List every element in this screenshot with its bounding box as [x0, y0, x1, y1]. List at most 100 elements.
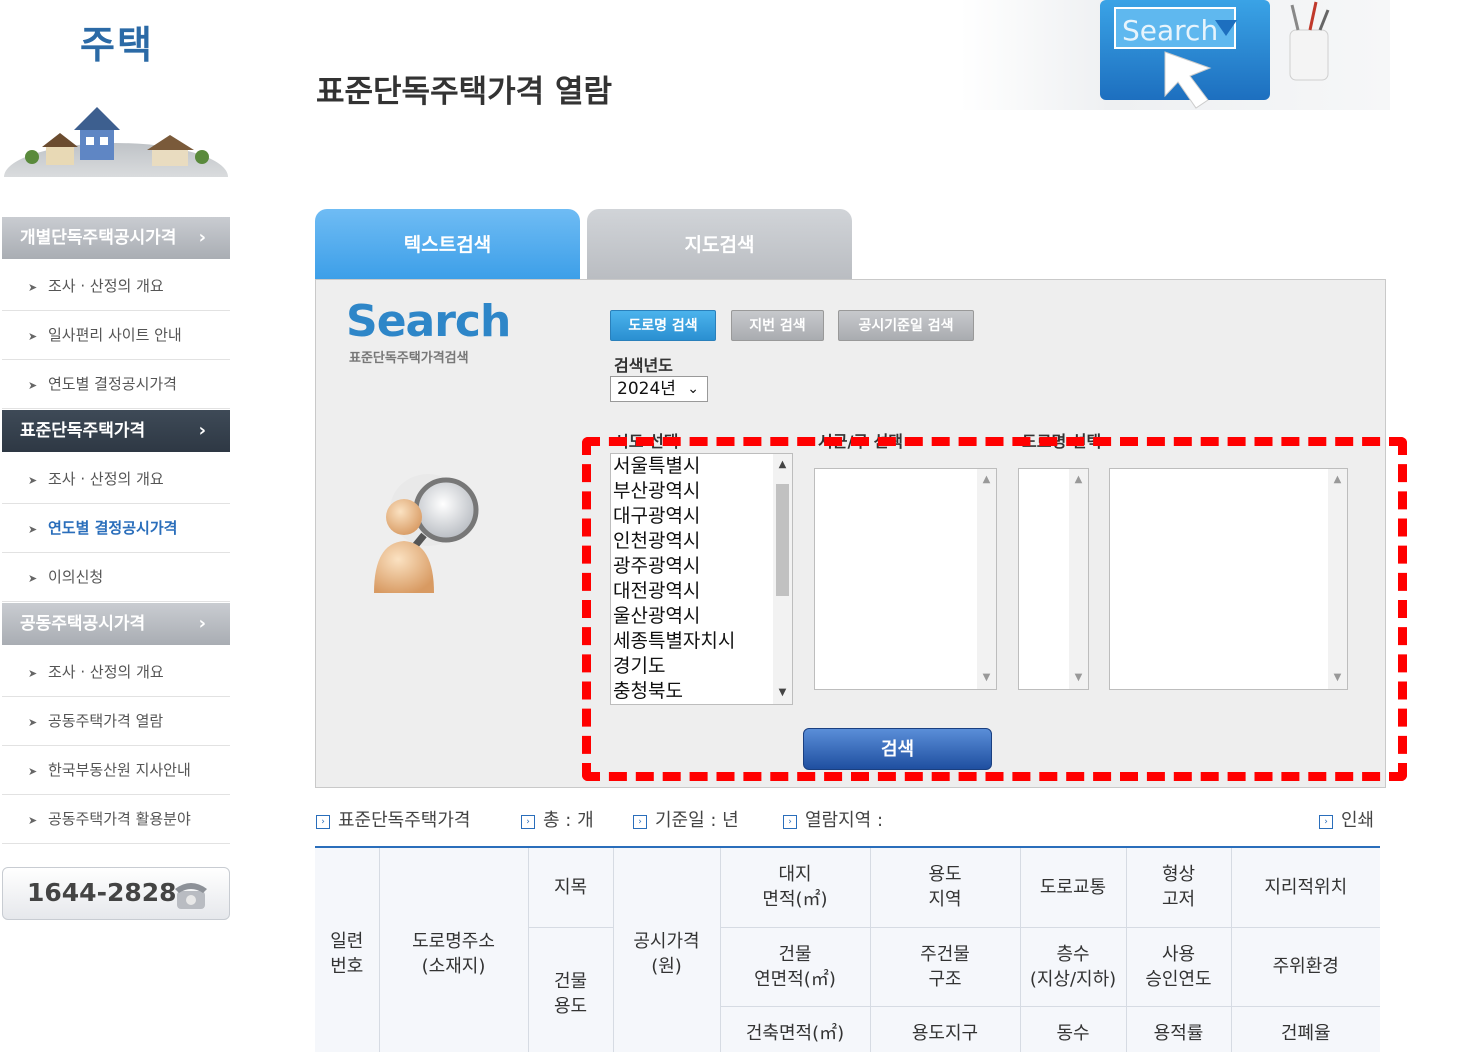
th-floor-area: 건물 연면적(㎡)	[719, 926, 871, 1007]
sigungu-listbox[interactable]: ▲ ▼	[814, 468, 997, 690]
sido-option[interactable]: 대전광역시	[611, 579, 792, 604]
sidebar-item-objection[interactable]: ➤ 이의신청	[2, 553, 230, 602]
sidebar: 주택 개별단독주택공시가격 › ➤ 조사 · 산정의 개요 ➤ 일사편리 사이트 안…	[0, 0, 232, 1052]
menu-apartment-price[interactable]: 공동주택공시가격 ›	[2, 603, 230, 645]
tab-map-search[interactable]: 지도검색	[587, 209, 852, 281]
road-name-label: 도로명 선택	[1022, 432, 1102, 451]
th-units: 동수	[1019, 1005, 1127, 1052]
sidebar-item-usage-area[interactable]: ➤ 공동주택가격 활용분야	[2, 795, 230, 844]
scroll-down-icon[interactable]: ▼	[977, 669, 996, 687]
sidebar-item-branch-guide[interactable]: ➤ 한국부동산원 지사안내	[2, 746, 230, 795]
scroll-thumb[interactable]	[776, 484, 789, 596]
sido-option[interactable]: 대구광역시	[611, 504, 792, 529]
chevron-right-icon: ›	[198, 227, 206, 248]
scroll-down-icon[interactable]: ▼	[773, 684, 792, 702]
scroll-down-icon[interactable]: ▼	[1069, 669, 1088, 687]
base-date-search-button[interactable]: 공시기준일 검색	[838, 310, 974, 341]
scrollbar[interactable]: ▲ ▼	[1328, 469, 1347, 689]
road-initial-listbox[interactable]: ▲ ▼	[1018, 468, 1089, 690]
sidebar-item-survey-overview[interactable]: ➤ 조사 · 산정의 개요	[2, 262, 230, 311]
sido-option[interactable]: 충청북도	[611, 679, 792, 704]
scrollbar[interactable]: ▲ ▼	[1069, 469, 1088, 689]
sidebar-item-yearly-price-current[interactable]: ➤ 연도별 결정공시가격	[2, 504, 230, 553]
page-title: 표준단독주택가격 열람	[316, 74, 612, 110]
search-logo-subtitle: 표준단독주택가격검색	[349, 351, 469, 366]
th-floors: 층수 (지상/지하)	[1019, 926, 1127, 1007]
th-structure: 주건물 구조	[869, 926, 1021, 1007]
sidebar-item-apartment-view[interactable]: ➤ 공동주택가격 열람	[2, 697, 230, 746]
info-type: › 표준단독주택가격	[316, 806, 470, 832]
th-surroundings: 주위환경	[1230, 926, 1380, 1007]
scroll-up-icon[interactable]: ▲	[977, 471, 996, 489]
road-name-listbox[interactable]: ▲ ▼	[1109, 468, 1348, 690]
year-label: 검색년도	[614, 356, 673, 375]
chevron-right-icon: ›	[198, 420, 206, 441]
person-magnifier-illustration	[374, 474, 479, 593]
chevron-right-icon: ›	[198, 613, 206, 634]
sidebar-item-yearly-price[interactable]: ➤ 연도별 결정공시가격	[2, 360, 230, 409]
th-zoning: 용도 지역	[869, 846, 1021, 928]
sidebar-item-survey-overview[interactable]: ➤ 조사 · 산정의 개요	[2, 648, 230, 697]
info-region: › 열람지역 :	[783, 806, 883, 832]
menu-label: 공동주택공시가격	[20, 614, 146, 634]
scroll-up-icon[interactable]: ▲	[1069, 471, 1088, 489]
arrow-icon: ➤	[28, 572, 38, 585]
sido-option[interactable]: 세종특별자치시	[611, 629, 792, 654]
search-logo: Search	[346, 296, 511, 347]
th-building-area: 건축면적(㎡)	[719, 1005, 871, 1052]
sido-option[interactable]: 부산광역시	[611, 479, 792, 504]
phone-contact: 1644-2828	[2, 867, 230, 920]
tab-text-search[interactable]: 텍스트검색	[315, 209, 580, 281]
scrollbar[interactable]: ▲ ▼	[977, 469, 996, 689]
sido-option[interactable]: 울산광역시	[611, 604, 792, 629]
sido-option[interactable]: 광주광역시	[611, 554, 792, 579]
sidebar-item-survey-overview[interactable]: ➤ 조사 · 산정의 개요	[2, 455, 230, 504]
sido-option[interactable]: 인천광역시	[611, 529, 792, 554]
arrow-icon: ➤	[28, 281, 38, 294]
houses-illustration	[4, 107, 228, 177]
arrow-icon: ➤	[28, 716, 38, 729]
th-building-use: 건물 용도	[527, 926, 614, 1052]
scrollbar[interactable]: ▲ ▼	[773, 454, 792, 704]
menu-standard-house-price[interactable]: 표준단독주택가격 ›	[2, 410, 230, 452]
search-panel: Search 표준단독주택가격검색 도로명 검색 지번 검색 공시기준일 검색 …	[315, 279, 1386, 788]
road-name-search-button[interactable]: 도로명 검색	[610, 310, 716, 341]
sido-label: 시도 선택	[614, 432, 679, 451]
th-land-area: 대지 면적(㎡)	[719, 846, 871, 928]
sido-option[interactable]: 서울특별시	[611, 454, 792, 479]
th-approval-year: 사용 승인연도	[1125, 926, 1232, 1007]
checkbox-icon: ›	[633, 815, 647, 829]
scroll-up-icon[interactable]: ▲	[1328, 471, 1347, 489]
chevron-down-icon: ⌄	[687, 381, 699, 397]
menu-label: 개별단독주택공시가격	[20, 228, 177, 248]
phone-number: 1644-2828	[27, 878, 177, 907]
th-serial: 일련 번호	[315, 846, 380, 1052]
th-shape: 형상 고저	[1125, 846, 1232, 928]
arrow-icon: ➤	[28, 814, 38, 827]
lot-number-search-button[interactable]: 지번 검색	[731, 310, 824, 341]
telephone-icon	[175, 883, 207, 909]
sido-option[interactable]: 경기도	[611, 654, 792, 679]
search-button[interactable]: 검색	[803, 728, 992, 770]
sidebar-item-ilsapyeonri[interactable]: ➤ 일사편리 사이트 안내	[2, 311, 230, 360]
scroll-down-icon[interactable]: ▼	[1328, 669, 1347, 687]
sido-listbox[interactable]: 서울특별시 부산광역시 대구광역시 인천광역시 광주광역시 대전광역시 울산광역…	[610, 453, 793, 705]
sigungu-label: 시군/구 선택	[818, 432, 904, 451]
scroll-up-icon[interactable]: ▲	[773, 456, 792, 474]
result-table: 일련 번호 도로명주소 (소재지) 지목 공시가격 (원) 대지 면적(㎡) 용…	[315, 846, 1380, 1052]
arrow-icon: ➤	[28, 765, 38, 778]
th-price: 공시가격 (원)	[612, 846, 721, 1052]
illus-search-text: Search	[1122, 14, 1218, 47]
menu-individual-house-price[interactable]: 개별단독주택공시가격 ›	[2, 217, 230, 259]
arrow-icon: ➤	[28, 379, 38, 392]
arrow-icon: ➤	[28, 523, 38, 536]
arrow-icon: ➤	[28, 330, 38, 343]
info-total: › 총 : 개	[521, 806, 594, 832]
year-select-value: 2024년	[617, 379, 676, 399]
arrow-icon: ➤	[28, 474, 38, 487]
th-road-access: 도로교통	[1019, 846, 1127, 928]
th-geo-location: 지리적위치	[1230, 846, 1380, 928]
print-link[interactable]: › 인쇄	[1319, 806, 1374, 832]
year-select[interactable]: 2024년 ⌄	[610, 376, 708, 402]
menu-label: 표준단독주택가격	[20, 421, 146, 441]
